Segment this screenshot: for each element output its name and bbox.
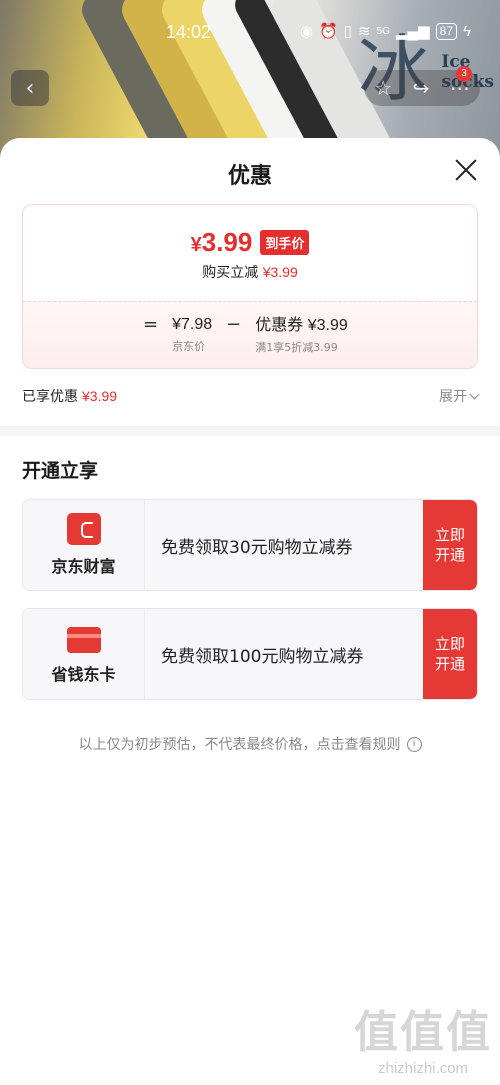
enjoyed-label: 已享优惠 bbox=[22, 389, 78, 405]
price-card: ¥3.99 到手价 购买立减 ¥3.99 = ¥7.98 京东价 − 优惠券 ¥… bbox=[22, 204, 478, 369]
formula-row: = ¥7.98 京东价 − 优惠券 ¥3.99 满1享5折减3.99 bbox=[143, 314, 348, 355]
jd-price-caption: 京东价 bbox=[172, 340, 206, 353]
back-button[interactable]: ‹ bbox=[11, 70, 49, 106]
wallet-icon bbox=[66, 513, 101, 545]
disclaimer-text: 以上仅为初步预估，不代表最终价格，点击查看规则 bbox=[78, 737, 401, 753]
sheet-title: 优惠 bbox=[227, 164, 272, 189]
coupon-label: 优惠券 bbox=[255, 315, 304, 334]
wifi-icon: ≋ bbox=[358, 23, 371, 40]
final-price-value: 3.99 bbox=[201, 227, 253, 257]
final-price-tag: 到手价 bbox=[260, 230, 310, 255]
activate-button[interactable]: 立即开通 bbox=[423, 500, 477, 590]
coupon-term: 优惠券 ¥3.99 满1享5折减3.99 bbox=[255, 314, 348, 355]
coupon-value: ¥3.99 bbox=[307, 317, 348, 334]
expand-label: 展开 bbox=[439, 389, 467, 405]
status-time: 14:02 bbox=[166, 22, 212, 42]
enjoyed-amount: ¥3.99 bbox=[82, 388, 118, 404]
offer-name: 省钱东卡 bbox=[51, 665, 116, 684]
signal-icon: ▂▄▆ bbox=[395, 23, 430, 40]
alarm-icon: ⏰ bbox=[319, 23, 338, 40]
card-icon bbox=[66, 627, 101, 653]
offer-card[interactable]: 京东财富 免费领取30元购物立减券 立即开通 bbox=[22, 499, 478, 591]
charging-icon: ϟ bbox=[463, 22, 471, 40]
vibrate-icon: ▯ bbox=[343, 23, 353, 40]
section-divider bbox=[0, 426, 500, 436]
share-icon[interactable]: ↪ bbox=[413, 76, 430, 100]
jd-price-value: ¥7.98 bbox=[172, 316, 213, 333]
price-summary: ¥3.99 到手价 购买立减 ¥3.99 bbox=[23, 205, 477, 301]
equals-sign: = bbox=[143, 314, 159, 335]
instant-discount-amount: ¥3.99 bbox=[262, 264, 298, 280]
price-formula: = ¥7.98 京东价 − 优惠券 ¥3.99 满1享5折减3.99 bbox=[23, 301, 477, 368]
instant-discount-label: 购买立减 bbox=[202, 265, 259, 281]
section-title: 开通立享 bbox=[22, 460, 99, 482]
watermark-url: zhizhizhi.com bbox=[377, 1060, 469, 1077]
expand-button[interactable]: 展开 bbox=[439, 386, 480, 406]
info-icon: i bbox=[406, 736, 422, 752]
offer-name: 京东财富 bbox=[51, 557, 116, 576]
jd-price-term: ¥7.98 京东价 bbox=[172, 314, 212, 354]
watermark-logo: 值值值 bbox=[354, 1007, 492, 1058]
offer-card[interactable]: 省钱东卡 免费领取100元购物立减券 立即开通 bbox=[22, 608, 478, 700]
disclaimer[interactable]: 以上仅为初步预估，不代表最终价格，点击查看规则 i bbox=[0, 734, 500, 754]
status-bar: 14:02 ◉ ⏰ ▯ ≋ 5G ▂▄▆ 87 ϟ bbox=[0, 0, 500, 66]
chevron-down-icon bbox=[469, 389, 480, 399]
offer-brand: 省钱东卡 bbox=[23, 609, 145, 699]
top-actions: ☆ ↪ ⋯ 3 bbox=[364, 66, 480, 106]
final-price-line: ¥3.99 到手价 bbox=[23, 227, 477, 258]
enjoyed-discount: 已享优惠 ¥3.99 bbox=[22, 386, 117, 406]
status-icons: ◉ ⏰ ▯ ≋ 5G ▂▄▆ 87 ϟ bbox=[300, 22, 471, 40]
instant-discount: 购买立减 ¥3.99 bbox=[23, 262, 477, 282]
coupon-caption: 满1享5折减3.99 bbox=[255, 341, 338, 354]
offer-description: 免费领取100元购物立减券 bbox=[145, 609, 423, 699]
battery-icon: 87 bbox=[435, 22, 458, 40]
currency-symbol: ¥ bbox=[190, 234, 202, 256]
offer-description: 免费领取30元购物立减券 bbox=[145, 500, 423, 590]
minus-sign: − bbox=[226, 314, 242, 335]
watermark: 值值值 zhizhizhi.com bbox=[354, 996, 492, 1077]
final-price: ¥3.99 bbox=[191, 227, 253, 258]
close-icon[interactable] bbox=[454, 158, 478, 182]
chevron-left-icon: ‹ bbox=[25, 75, 35, 101]
star-icon[interactable]: ☆ bbox=[374, 76, 392, 100]
network-label: 5G bbox=[376, 25, 390, 37]
discount-sheet: 优惠 ¥3.99 到手价 购买立减 ¥3.99 = ¥7.98 京东价 − 优惠… bbox=[0, 138, 500, 1085]
activate-button[interactable]: 立即开通 bbox=[423, 609, 477, 699]
notification-badge: 3 bbox=[456, 66, 472, 82]
offer-brand: 京东财富 bbox=[23, 500, 145, 590]
eye-icon: ◉ bbox=[300, 23, 314, 40]
